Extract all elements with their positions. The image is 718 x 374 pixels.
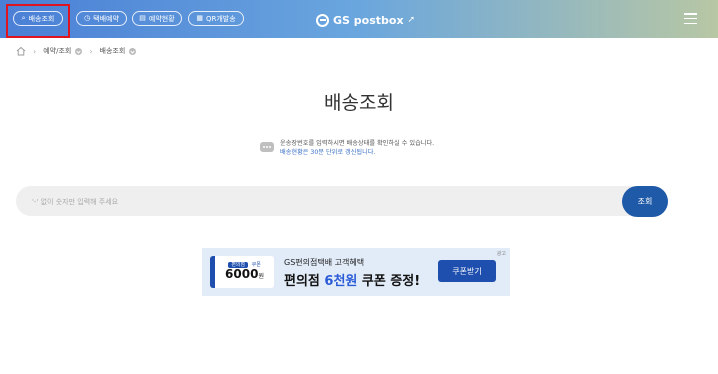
top-header: ⌕ 배송조회 ◷ 택배예약 ▤ 예약현황 ▦ QR개발송 GS postbox … [0, 0, 718, 38]
banner-headline-accent: 6천원 [324, 274, 358, 289]
banner-headline: 편의점 6천원 쿠폰 증정! [284, 270, 420, 289]
coupon-amount: 6000 [225, 267, 259, 281]
coupon-graphic: 편의점 쿠폰 6000원 [210, 256, 274, 288]
logo-text: GS postbox [333, 13, 404, 27]
search-button-label: 조회 [637, 197, 653, 206]
gs-postbox-logo[interactable]: GS postbox ➚ [316, 12, 415, 28]
tracking-number-input[interactable] [30, 186, 614, 218]
breadcrumb-item-tracking[interactable]: 배송조회 [100, 46, 137, 56]
page-title: 배송조회 [324, 92, 394, 114]
breadcrumb-item-reservation[interactable]: 예약/조회 [43, 46, 83, 56]
banner-headline-post: 쿠폰 증정! [357, 274, 421, 289]
get-coupon-button[interactable]: 쿠폰받기 [438, 260, 496, 282]
info-line: 운송장번호를 입력하시면 배송상태를 확인하실 수 있습니다. [280, 140, 435, 147]
chevron-right-icon: › [89, 46, 93, 56]
dropdown-icon[interactable] [129, 47, 137, 55]
search-button[interactable]: 조회 [622, 186, 668, 217]
menu-line [684, 22, 697, 24]
breadcrumb-label: 배송조회 [99, 47, 126, 55]
document-icon: ▤ [139, 14, 146, 22]
info-notice: 운송장번호를 입력하시면 배송상태를 확인하실 수 있습니다. 배송현황은 30… [260, 139, 434, 157]
home-icon[interactable] [16, 46, 26, 56]
breadcrumb: › 예약/조회 › 배송조회 [16, 45, 137, 57]
clock-icon: ◷ [84, 14, 91, 22]
qr-icon: ▦ [196, 14, 203, 22]
dropdown-icon[interactable] [75, 47, 83, 55]
nav-reservation-status-button[interactable]: ▤ 예약현황 [132, 11, 182, 26]
speech-bubble-icon [260, 142, 274, 152]
nav-reservation-button[interactable]: ◷ 택배예약 [76, 11, 127, 26]
banner-subtitle: GS편의점택배 고객혜택 [284, 258, 365, 267]
nav-reservation-label: 택배예약 [93, 14, 119, 23]
get-coupon-label: 쿠폰받기 [452, 266, 482, 276]
nav-qr-send-button[interactable]: ▦ QR개발송 [188, 11, 244, 26]
banner-headline-pre: 편의점 [284, 274, 325, 289]
hamburger-menu-button[interactable] [684, 13, 697, 24]
chevron-right-icon: › [33, 46, 37, 56]
breadcrumb-label: 예약/조회 [43, 47, 72, 55]
coupon-ad-banner[interactable]: 광고 편의점 쿠폰 6000원 GS편의점택배 고객혜택 편의점 6천원 쿠폰 … [202, 248, 510, 296]
gs-logo-icon [316, 13, 329, 27]
coupon-unit: 원 [258, 273, 264, 280]
info-line-refresh: 배송현황은 30분 단위로 갱신됩니다. [280, 149, 376, 156]
nav-reservation-status-label: 예약현황 [148, 14, 175, 23]
highlight-box [6, 4, 70, 38]
ad-label: 광고 [496, 251, 506, 257]
menu-line [684, 17, 697, 20]
logo-arrow-icon: ➚ [407, 15, 416, 25]
nav-qr-send-label: QR개발송 [205, 14, 236, 23]
menu-line [684, 13, 697, 15]
tracking-search-bar [16, 186, 668, 218]
